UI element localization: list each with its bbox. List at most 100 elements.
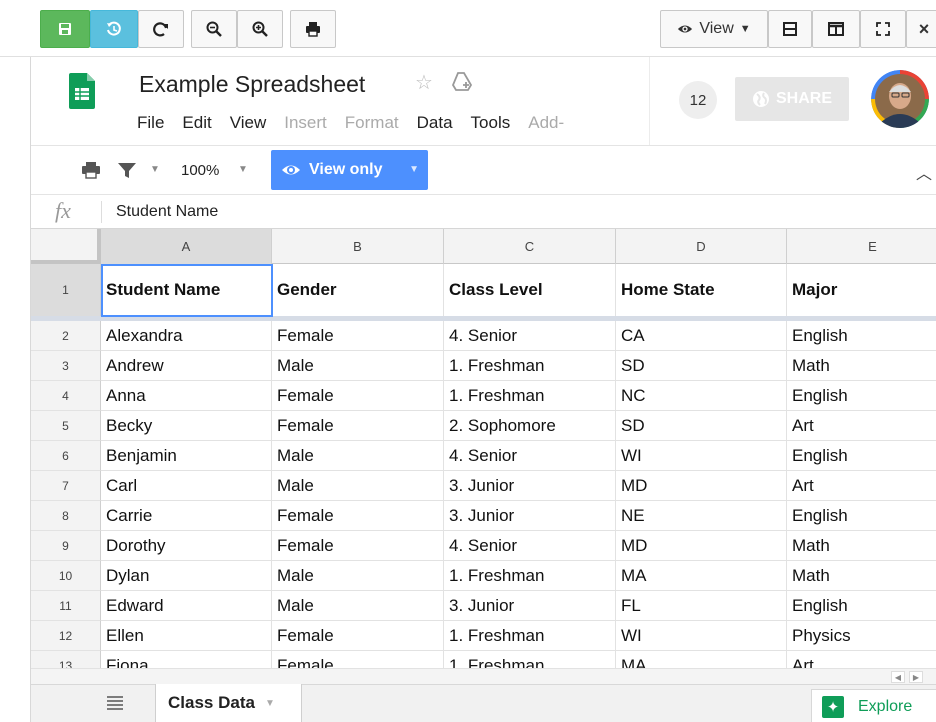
cell-e11[interactable]: English <box>787 591 936 621</box>
cell-d9[interactable]: MD <box>616 531 787 561</box>
cell-b3[interactable]: Male <box>272 351 444 381</box>
cell-c9[interactable]: 4. Senior <box>444 531 616 561</box>
zoom-caret-icon[interactable]: ▼ <box>238 164 248 175</box>
cell-b12[interactable]: Female <box>272 621 444 651</box>
column-header-e[interactable]: E <box>787 229 936 264</box>
filter-caret-icon[interactable]: ▼ <box>150 164 160 175</box>
row-header[interactable]: 8 <box>31 501 101 531</box>
cell-c12[interactable]: 1. Freshman <box>444 621 616 651</box>
cell-a4[interactable]: Anna <box>101 381 272 411</box>
cell-b1[interactable]: Gender <box>272 264 444 317</box>
print-icon[interactable] <box>81 161 101 179</box>
row-header[interactable]: 2 <box>31 321 101 351</box>
row-header[interactable]: 7 <box>31 471 101 501</box>
cell-d7[interactable]: MD <box>616 471 787 501</box>
scroll-left-icon[interactable]: ◀ <box>891 671 905 683</box>
cell-b10[interactable]: Male <box>272 561 444 591</box>
cell-a1[interactable]: Student Name <box>101 264 272 317</box>
cell-b8[interactable]: Female <box>272 501 444 531</box>
cell-d11[interactable]: FL <box>616 591 787 621</box>
view-dropdown[interactable]: View ▼ <box>660 10 768 48</box>
formula-input[interactable]: Student Name <box>116 203 218 221</box>
cell-d12[interactable]: WI <box>616 621 787 651</box>
cell-b6[interactable]: Male <box>272 441 444 471</box>
cell-e4[interactable]: English <box>787 381 936 411</box>
cell-a6[interactable]: Benjamin <box>101 441 272 471</box>
cell-e10[interactable]: Math <box>787 561 936 591</box>
cell-c5[interactable]: 2. Sophomore <box>444 411 616 441</box>
column-header-a[interactable]: A <box>101 229 272 264</box>
cell-e7[interactable]: Art <box>787 471 936 501</box>
row-header[interactable]: 5 <box>31 411 101 441</box>
cell-c11[interactable]: 3. Junior <box>444 591 616 621</box>
cell-e5[interactable]: Art <box>787 411 936 441</box>
cell-d4[interactable]: NC <box>616 381 787 411</box>
cell-c7[interactable]: 3. Junior <box>444 471 616 501</box>
cell-b7[interactable]: Male <box>272 471 444 501</box>
cell-b5[interactable]: Female <box>272 411 444 441</box>
row-header[interactable]: 3 <box>31 351 101 381</box>
fullscreen-button[interactable] <box>860 10 906 48</box>
cell-b4[interactable]: Female <box>272 381 444 411</box>
user-avatar[interactable] <box>871 70 929 128</box>
cell-c4[interactable]: 1. Freshman <box>444 381 616 411</box>
cell-a5[interactable]: Becky <box>101 411 272 441</box>
row-header[interactable]: 12 <box>31 621 101 651</box>
all-sheets-menu-icon[interactable] <box>107 696 123 710</box>
cell-d1[interactable]: Home State <box>616 264 787 317</box>
split-view-button[interactable] <box>768 10 812 48</box>
cell-d5[interactable]: SD <box>616 411 787 441</box>
menu-edit[interactable]: Edit <box>182 113 211 133</box>
cell-d6[interactable]: WI <box>616 441 787 471</box>
zoom-in-button[interactable] <box>237 10 283 48</box>
chevron-up-icon[interactable]: ︿ <box>916 160 932 184</box>
column-header-b[interactable]: B <box>272 229 444 264</box>
cell-e12[interactable]: Physics <box>787 621 936 651</box>
cell-e2[interactable]: English <box>787 321 936 351</box>
cell-a3[interactable]: Andrew <box>101 351 272 381</box>
cell-d8[interactable]: NE <box>616 501 787 531</box>
cell-c2[interactable]: 4. Senior <box>444 321 616 351</box>
menu-tools[interactable]: Tools <box>471 113 511 133</box>
move-to-drive-icon[interactable] <box>451 72 473 92</box>
cell-b9[interactable]: Female <box>272 531 444 561</box>
zoom-select[interactable]: 100% <box>181 162 219 179</box>
zoom-out-button[interactable] <box>191 10 237 48</box>
share-button[interactable]: SHARE <box>735 77 849 121</box>
menu-view[interactable]: View <box>230 113 267 133</box>
cell-a12[interactable]: Ellen <box>101 621 272 651</box>
cell-e3[interactable]: Math <box>787 351 936 381</box>
filter-icon[interactable] <box>117 161 137 179</box>
caret-down-icon[interactable]: ▼ <box>265 698 275 709</box>
row-header[interactable]: 1 <box>31 264 101 317</box>
cell-c8[interactable]: 3. Junior <box>444 501 616 531</box>
column-header-c[interactable]: C <box>444 229 616 264</box>
row-header[interactable]: 9 <box>31 531 101 561</box>
row-header[interactable]: 11 <box>31 591 101 621</box>
scroll-right-icon[interactable]: ▶ <box>909 671 923 683</box>
menu-data[interactable]: Data <box>417 113 453 133</box>
frozen-row-divider[interactable] <box>31 316 936 321</box>
cell-c10[interactable]: 1. Freshman <box>444 561 616 591</box>
view-only-button[interactable]: View only ▼ <box>271 150 428 190</box>
history-button[interactable] <box>90 10 138 48</box>
star-icon[interactable]: ☆ <box>415 70 433 95</box>
column-header-d[interactable]: D <box>616 229 787 264</box>
cell-d10[interactable]: MA <box>616 561 787 591</box>
cell-c6[interactable]: 4. Senior <box>444 441 616 471</box>
cell-e8[interactable]: English <box>787 501 936 531</box>
save-button[interactable] <box>40 10 90 48</box>
viewer-count-badge[interactable]: 12 <box>679 81 717 119</box>
menu-file[interactable]: File <box>137 113 164 133</box>
cell-c1[interactable]: Class Level <box>444 264 616 317</box>
horizontal-scrollbar[interactable]: ◀ ▶ <box>31 668 936 684</box>
sheet-tab-class-data[interactable]: Class Data ▼ <box>155 684 302 722</box>
cell-a2[interactable]: Alexandra <box>101 321 272 351</box>
cell-a10[interactable]: Dylan <box>101 561 272 591</box>
cell-a8[interactable]: Carrie <box>101 501 272 531</box>
cell-a7[interactable]: Carl <box>101 471 272 501</box>
row-header[interactable]: 6 <box>31 441 101 471</box>
cell-e9[interactable]: Math <box>787 531 936 561</box>
redo-button[interactable] <box>138 10 184 48</box>
close-button[interactable]: × <box>906 10 936 48</box>
